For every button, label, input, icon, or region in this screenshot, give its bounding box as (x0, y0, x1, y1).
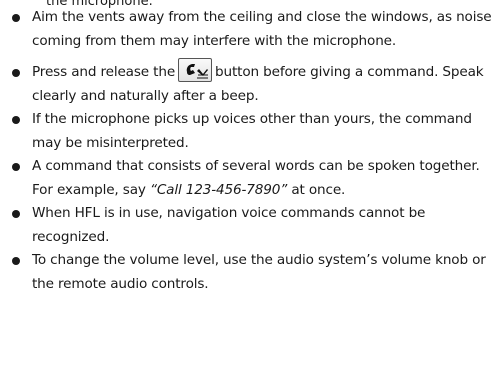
bullet-icon (12, 14, 20, 22)
list-item: To change the volume level, use the audi… (12, 249, 492, 296)
example-command: “Call 123-456-7890” (149, 181, 288, 198)
talk-button-icon (178, 58, 213, 82)
tips-list: Aim the vents away from the ceiling and … (12, 6, 492, 296)
list-item: Aim the vents away from the ceiling and … (12, 6, 492, 53)
list-item: When HFL is in use, navigation voice com… (12, 202, 492, 249)
spacer (12, 53, 492, 61)
list-item: A command that consists of several words… (12, 155, 492, 202)
tip-text: Aim the vents away from the ceiling and … (32, 9, 492, 49)
bullet-icon (12, 116, 20, 124)
list-item: Press and release the button before givi… (12, 58, 492, 108)
tip-text: at once. (291, 181, 346, 198)
tip-text: When HFL is in use, navigation voice com… (32, 205, 426, 245)
tip-text: To change the volume level, use the audi… (32, 252, 486, 292)
bullet-icon (12, 163, 20, 171)
tip-text: Press and release the (32, 64, 176, 80)
list-item: If the microphone picks up voices other … (12, 108, 492, 155)
bullet-icon (12, 69, 20, 77)
bullet-icon (12, 257, 20, 265)
tip-text: If the microphone picks up voices other … (32, 111, 472, 151)
bullet-icon (12, 210, 20, 218)
